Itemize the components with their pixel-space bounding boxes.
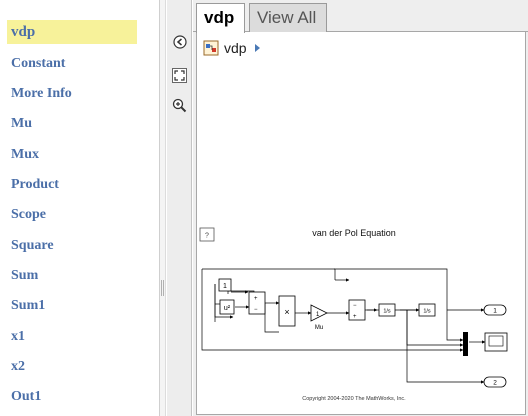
out1-port[interactable]: 1 bbox=[483, 304, 507, 316]
fit-to-view-icon bbox=[172, 68, 187, 83]
sum-sign-bottom: − bbox=[254, 307, 258, 313]
x2-integrator-block[interactable]: 1/s bbox=[418, 303, 436, 317]
back-icon bbox=[172, 34, 187, 49]
out2-port[interactable]: 2 bbox=[483, 376, 507, 388]
constant-value: 1 bbox=[223, 283, 227, 290]
nav-item-mu[interactable]: Mu bbox=[9, 114, 32, 134]
scope-block[interactable] bbox=[484, 332, 508, 352]
diagram-canvas: vdp ? van der Pol Equation 1 u² + − × 1 … bbox=[196, 32, 526, 415]
more-info-block[interactable]: ? bbox=[199, 227, 215, 242]
breadcrumb-expand-arrow-icon[interactable] bbox=[254, 44, 260, 52]
square-label: u² bbox=[224, 305, 231, 312]
nav-item-x2[interactable]: x2 bbox=[9, 357, 25, 377]
sum1-sign-bottom: + bbox=[353, 314, 357, 320]
sum1-block[interactable]: − + bbox=[348, 299, 366, 321]
out1-label: 1 bbox=[493, 308, 497, 315]
vdp-block-diagram: ? van der Pol Equation 1 u² + − × 1 Mu −… bbox=[199, 227, 508, 402]
breadcrumb: vdp bbox=[203, 38, 260, 58]
product-block[interactable]: × bbox=[278, 295, 296, 327]
nav-item-mux[interactable]: Mux bbox=[9, 145, 39, 165]
back-button[interactable] bbox=[170, 32, 189, 51]
zoom-in-button[interactable] bbox=[170, 96, 189, 115]
mu-gain-block[interactable]: 1 Mu bbox=[310, 304, 328, 331]
model-viewer: vdp View All vdp ? van der Pol Equation … bbox=[193, 0, 528, 416]
nav-item-product[interactable]: Product bbox=[9, 175, 59, 195]
more-info-label: ? bbox=[205, 233, 209, 240]
nav-item-vdp[interactable]: vdp bbox=[7, 20, 137, 44]
nav-item-square[interactable]: Square bbox=[9, 236, 54, 256]
viewer-toolbar bbox=[167, 0, 192, 416]
nav-item-scope[interactable]: Scope bbox=[9, 205, 46, 225]
nav-item-more-info[interactable]: More Info bbox=[9, 84, 72, 104]
out2-label: 2 bbox=[493, 380, 497, 387]
simulink-model-icon bbox=[203, 40, 219, 56]
nav-item-x1[interactable]: x1 bbox=[9, 327, 25, 347]
tab-view-all[interactable]: View All bbox=[249, 3, 327, 32]
square-block[interactable]: u² bbox=[219, 299, 235, 315]
diagram-title: van der Pol Equation bbox=[312, 228, 396, 238]
fit-to-view-button[interactable] bbox=[170, 66, 189, 85]
zoom-in-icon bbox=[172, 98, 187, 113]
mux-block[interactable] bbox=[463, 332, 468, 356]
x2-integrator-label: 1/s bbox=[423, 309, 431, 315]
product-symbol: × bbox=[284, 307, 289, 317]
splitter-grip-icon[interactable] bbox=[161, 280, 164, 296]
x1-integrator-label: 1/s bbox=[383, 309, 391, 315]
block-navigation-panel: vdp Constant More Info Mu Mux Product Sc… bbox=[0, 0, 160, 416]
constant-block[interactable]: 1 bbox=[218, 278, 232, 292]
sum1-sign-top: − bbox=[353, 303, 357, 309]
nav-item-sum[interactable]: Sum bbox=[9, 266, 38, 286]
nav-item-sum1[interactable]: Sum1 bbox=[9, 296, 45, 316]
sum-sign-top: + bbox=[254, 296, 258, 302]
nav-item-constant[interactable]: Constant bbox=[9, 54, 65, 74]
panel-splitter[interactable] bbox=[160, 0, 166, 416]
copyright-text: Copyright 2004-2020 The MathWorks, Inc. bbox=[302, 396, 406, 402]
x1-integrator-block[interactable]: 1/s bbox=[378, 303, 396, 317]
nav-item-out1[interactable]: Out1 bbox=[9, 387, 41, 407]
tab-bar: vdp View All bbox=[193, 0, 528, 33]
breadcrumb-model-label[interactable]: vdp bbox=[224, 40, 247, 56]
gain-label: Mu bbox=[315, 325, 323, 331]
sum-block[interactable]: + − bbox=[248, 291, 266, 315]
tab-vdp[interactable]: vdp bbox=[196, 3, 245, 33]
